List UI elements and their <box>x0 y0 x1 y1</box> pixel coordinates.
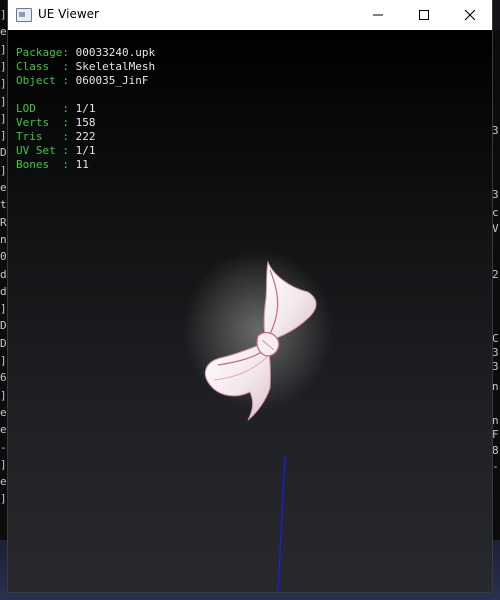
background-console-char: F <box>492 428 499 441</box>
background-console-char: ] <box>0 111 7 125</box>
background-console-char: ] <box>0 388 7 402</box>
close-button[interactable] <box>447 0 492 30</box>
background-console-char: t <box>0 198 7 212</box>
app-icon <box>16 8 32 22</box>
background-console-char: n <box>492 414 499 427</box>
background-console-char: ] <box>0 302 7 316</box>
background-console-char: 0 <box>0 250 7 264</box>
background-console-char: ] <box>0 94 7 108</box>
minimize-icon <box>373 14 383 16</box>
background-console-char: n <box>492 380 499 393</box>
ue-viewer-window: UE Viewer Package: 00033240.upk Class: … <box>8 0 492 592</box>
background-console-char: n <box>0 232 7 246</box>
background-console-char: ] <box>0 492 7 506</box>
window-title: UE Viewer <box>38 7 99 21</box>
background-console-left: ] e]]]]]] D] e t Rn 0 d d] D D] 6] e e -] e] <box>0 0 8 600</box>
background-console-char: 2 <box>492 268 499 281</box>
background-console-char: ] <box>0 42 7 56</box>
background-console-char: e <box>0 181 7 194</box>
background-console-char: e <box>0 405 7 419</box>
background-console-char: c <box>492 206 499 219</box>
background-console-right: 33cV2C33nnF8- <box>492 30 500 600</box>
close-icon <box>464 9 476 21</box>
background-console-char: - <box>0 440 7 454</box>
background-console-char: 8 <box>492 444 499 457</box>
background-console-char: ] <box>0 59 7 73</box>
background-console-char: ] <box>0 163 7 177</box>
background-console-char: V <box>492 222 499 235</box>
maximize-button[interactable] <box>401 0 447 30</box>
maximize-icon <box>419 10 429 20</box>
background-console-char: R <box>0 215 7 229</box>
background-console-char: d <box>0 284 7 298</box>
minimize-button[interactable] <box>355 0 401 30</box>
background-console-char: D <box>0 336 7 350</box>
3d-viewport[interactable]: Package: 00033240.upk Class : SkeletalMe… <box>8 30 492 592</box>
background-console-char: ] <box>0 77 7 91</box>
background-console-char: 6 <box>0 371 7 385</box>
background-console-char: d <box>0 267 7 281</box>
background-console-char: ] <box>0 8 7 21</box>
background-console-char: C <box>492 332 499 345</box>
background-console-char: e <box>0 25 7 39</box>
title-bar[interactable]: UE Viewer <box>8 0 492 30</box>
bow-mesh-model <box>183 250 333 421</box>
background-console-char: 3 <box>492 188 499 201</box>
background-console-char: 3 <box>492 346 499 359</box>
background-console-char: D <box>0 146 7 160</box>
background-console-char: D <box>0 319 7 333</box>
background-console-char: 3 <box>492 124 499 137</box>
background-console-char: ] <box>0 457 7 471</box>
background-console-char: e <box>0 423 7 437</box>
background-console-char: 3 <box>492 360 499 373</box>
background-console-char: ] <box>0 354 7 367</box>
background-console-char: - <box>492 460 499 473</box>
background-console-char: ] <box>0 129 7 143</box>
background-console-char: e <box>0 475 7 489</box>
screen: ] e]]]]]] D] e t Rn 0 d d] D D] 6] e e -] e] 33cV2C33nn… <box>0 0 500 600</box>
